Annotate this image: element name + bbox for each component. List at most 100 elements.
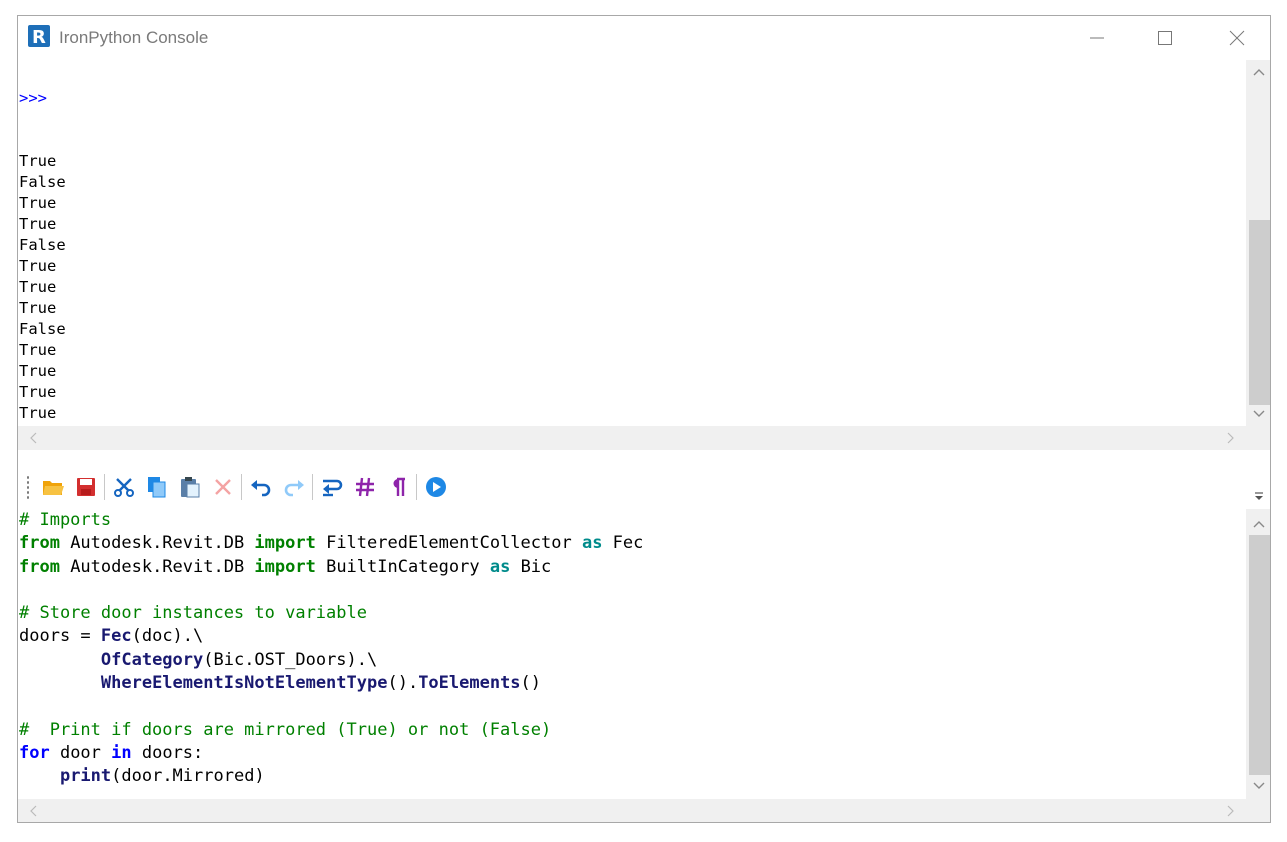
code-line: print(door.Mirrored) — [18, 765, 1246, 788]
output-line: True — [19, 278, 57, 296]
code-line: # Print if doors are mirrored (True) or … — [18, 719, 1246, 742]
chevron-right-icon — [1227, 805, 1234, 817]
scroll-up-button[interactable] — [1246, 63, 1270, 81]
toolbar-overflow-button[interactable] — [1254, 486, 1264, 505]
code-token: (). — [387, 673, 419, 694]
show-whitespace-button[interactable] — [381, 472, 414, 502]
code-token: Autodesk.Revit.DB — [59, 533, 255, 554]
code-line: # Store door instances to variable — [18, 602, 1246, 625]
cut-button[interactable] — [107, 472, 140, 502]
code-token: as — [489, 556, 511, 577]
prompt-line: >>> — [19, 89, 47, 107]
output-line: True — [19, 215, 57, 233]
maximize-icon — [1158, 31, 1172, 45]
code-token: from — [19, 533, 60, 554]
scroll-corner — [1246, 426, 1270, 450]
minimize-button[interactable] — [1062, 16, 1132, 60]
paste-button[interactable] — [173, 472, 206, 502]
toolbar-separator — [416, 474, 417, 500]
scroll-up-button[interactable] — [1246, 515, 1270, 533]
chevron-down-icon — [1253, 410, 1265, 417]
paste-icon — [180, 477, 199, 498]
editor-vertical-scrollbar[interactable] — [1246, 509, 1270, 799]
chevron-up-icon — [1253, 521, 1265, 528]
output-line: True — [19, 299, 57, 317]
code-token: doors: — [131, 742, 204, 763]
scroll-thumb[interactable] — [1249, 220, 1270, 405]
show-whitespace-icon — [393, 477, 405, 496]
scroll-right-button[interactable] — [1218, 429, 1244, 447]
run-icon — [425, 477, 446, 497]
redo-icon — [284, 480, 304, 497]
save-icon — [76, 478, 95, 496]
console-output[interactable]: >>> True False True True False True True True Fa… — [18, 60, 1246, 426]
line-numbers-button[interactable] — [348, 472, 381, 502]
maximize-button[interactable] — [1130, 16, 1200, 60]
editor-toolbar — [18, 468, 1270, 506]
scroll-left-button[interactable] — [20, 802, 46, 820]
undo-icon — [250, 480, 270, 497]
code-token: Fec — [602, 533, 644, 554]
delete-button[interactable] — [206, 472, 239, 502]
output-line: True — [19, 257, 57, 275]
scroll-corner — [1246, 799, 1270, 822]
chevron-right-icon — [1227, 432, 1234, 444]
chevron-up-icon — [1253, 69, 1265, 76]
open-button[interactable] — [36, 472, 69, 502]
code-token: (doc).\ — [131, 626, 204, 647]
code-token: Autodesk.Revit.DB — [59, 556, 255, 577]
word-wrap-icon — [322, 479, 342, 497]
code-token: WhereElementIsNotElementType — [100, 673, 388, 694]
code-editor[interactable]: # Imports from Autodesk.Revit.DB import F… — [18, 509, 1246, 799]
scroll-down-button[interactable] — [1246, 405, 1270, 423]
chevron-left-icon — [30, 432, 37, 444]
output-line: True — [19, 341, 57, 359]
window-title: IronPython Console — [59, 28, 209, 47]
code-token: ToElements — [418, 673, 521, 694]
redo-button[interactable] — [277, 472, 310, 502]
output-line: False — [19, 236, 66, 254]
code-token: as — [581, 533, 603, 554]
output-vertical-scrollbar[interactable] — [1246, 60, 1270, 426]
title-bar[interactable]: R IronPython Console — [18, 16, 1270, 60]
run-button[interactable] — [419, 472, 452, 502]
close-button[interactable] — [1202, 16, 1270, 60]
scroll-right-button[interactable] — [1218, 802, 1244, 820]
code-token: for — [19, 742, 50, 763]
output-line: True — [19, 383, 57, 401]
code-line: from Autodesk.Revit.DB import FilteredEl… — [18, 532, 1246, 555]
toolbar-separator — [241, 474, 242, 500]
output-line: True — [19, 152, 57, 170]
editor-horizontal-scrollbar[interactable] — [18, 799, 1246, 822]
pane-splitter[interactable] — [18, 450, 1270, 468]
minimize-icon — [1090, 37, 1104, 39]
code-token: FilteredElementCollector — [315, 533, 582, 554]
close-icon — [1229, 30, 1245, 46]
copy-button[interactable] — [140, 472, 173, 502]
ironpython-console-window: R IronPython Console >>> True False True Tr… — [17, 15, 1271, 823]
code-token: doors = — [19, 626, 101, 647]
code-token: door — [49, 742, 112, 763]
code-line: WhereElementIsNotElementType().ToElement… — [18, 672, 1246, 695]
code-token: () — [520, 673, 542, 694]
output-horizontal-scrollbar[interactable] — [18, 426, 1246, 450]
code-token: OfCategory — [100, 649, 204, 670]
toolbar-grip[interactable] — [26, 475, 30, 499]
chevron-down-icon — [1253, 782, 1265, 789]
overflow-chevron-icon — [1255, 492, 1263, 500]
word-wrap-button[interactable] — [315, 472, 348, 502]
scroll-down-button[interactable] — [1246, 777, 1270, 795]
scroll-left-button[interactable] — [20, 429, 46, 447]
toolbar-separator — [312, 474, 313, 500]
undo-button[interactable] — [244, 472, 277, 502]
code-line: OfCategory(Bic.OST_Doors).\ — [18, 649, 1246, 672]
scroll-thumb[interactable] — [1249, 535, 1270, 775]
code-line: from Autodesk.Revit.DB import BuiltInCat… — [18, 556, 1246, 579]
save-button[interactable] — [69, 472, 102, 502]
code-line: for door in doors: — [18, 742, 1246, 765]
